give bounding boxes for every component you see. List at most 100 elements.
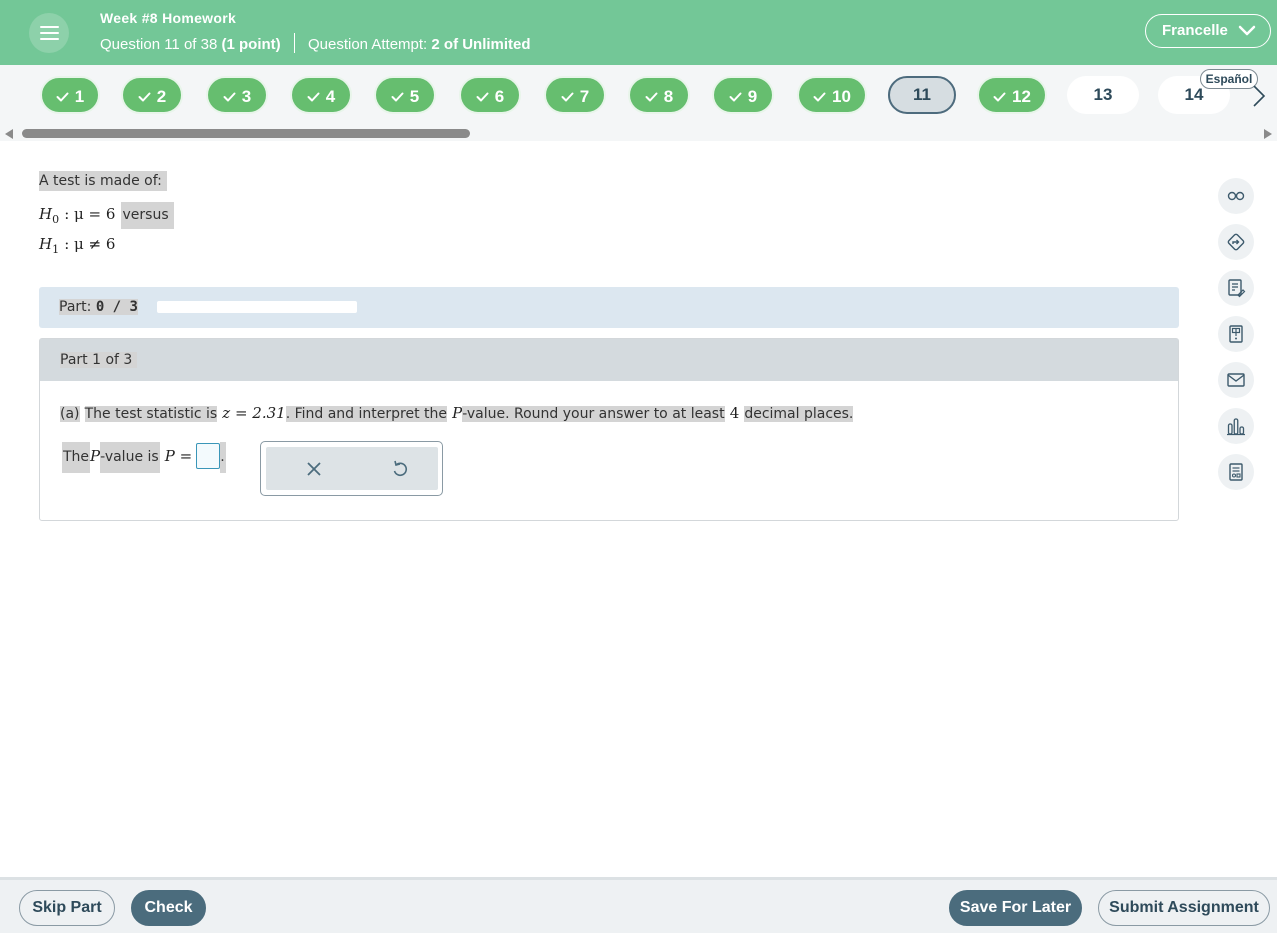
undo-icon[interactable] xyxy=(392,460,408,478)
skip-part-button[interactable]: Skip Part xyxy=(19,890,115,926)
part-text-3: -value. Round your answer to at least xyxy=(462,406,725,422)
question-pill-13[interactable]: 13 xyxy=(1067,76,1139,114)
menu-icon xyxy=(40,26,59,28)
question-pill-10[interactable]: 10 xyxy=(797,76,867,114)
question-info: Question 11 of 38 (1 point) Question Att… xyxy=(100,33,531,53)
question-pill-9[interactable]: 9 xyxy=(712,76,774,114)
answer-expression: P = xyxy=(164,447,193,465)
checkmark-icon xyxy=(561,92,574,102)
checkmark-icon xyxy=(138,92,151,102)
p-variable: P xyxy=(452,404,463,422)
hamburger-menu-button[interactable] xyxy=(29,13,69,53)
question-pill-label: 4 xyxy=(325,87,336,106)
checkmark-icon xyxy=(56,92,69,102)
directions-icon xyxy=(1227,233,1245,251)
bar-chart-icon xyxy=(1227,418,1245,436)
tool-glasses-button[interactable] xyxy=(1218,178,1254,214)
part-progress-bar: Part: 0 / 3 xyxy=(39,287,1179,328)
question-pill-7[interactable]: 7 xyxy=(544,76,606,114)
question-points: (1 point) xyxy=(221,36,281,53)
calculator-icon xyxy=(1229,325,1243,343)
scroll-right-arrow-icon[interactable] xyxy=(1264,129,1272,139)
scroll-left-arrow-icon[interactable] xyxy=(5,129,13,139)
submit-assignment-button[interactable]: Submit Assignment xyxy=(1098,890,1270,926)
decimal-places-count: 4 xyxy=(729,404,740,422)
question-pill-8[interactable]: 8 xyxy=(628,76,690,114)
user-menu-button[interactable]: Francelle xyxy=(1145,14,1271,48)
question-pill-label: 13 xyxy=(1093,85,1113,104)
question-pill-12[interactable]: 12 xyxy=(977,76,1047,114)
question-pill-11[interactable]: 11 xyxy=(888,76,956,114)
scrollbar-thumb[interactable] xyxy=(22,129,470,138)
chevron-right-icon[interactable] xyxy=(1252,84,1266,108)
question-pill-label: 14 xyxy=(1184,85,1204,104)
question-pill-label: 12 xyxy=(1012,87,1031,106)
question-pill-6[interactable]: 6 xyxy=(459,76,521,114)
question-pill-label: 3 xyxy=(241,87,252,106)
versus-text: versus xyxy=(120,202,174,229)
p-value-input[interactable] xyxy=(196,443,221,469)
horizontal-scrollbar[interactable] xyxy=(0,127,1277,141)
answer-text-2: -value is xyxy=(100,442,160,473)
h1-expression: : μ ≠ 6 xyxy=(64,235,116,253)
attempt-value: 2 of Unlimited xyxy=(431,36,531,53)
tool-calculator-button[interactable] xyxy=(1218,316,1254,352)
answer-line: TheP-value is P =. xyxy=(62,442,226,473)
part-question: (a) The test statistic is z = 2.31. Find… xyxy=(60,403,854,422)
check-button[interactable]: Check xyxy=(131,890,206,926)
question-pill-label: 8 xyxy=(663,87,674,106)
h0-subscript: 0 xyxy=(52,213,60,226)
menu-icon-line xyxy=(40,38,59,40)
question-pill-label: 2 xyxy=(156,87,167,106)
tool-notes-button[interactable] xyxy=(1218,270,1254,306)
assignment-title: Week #8 Homework xyxy=(100,10,237,26)
data-table-icon xyxy=(1229,463,1243,481)
question-pill-2[interactable]: 2 xyxy=(121,76,183,114)
footer-bar: Skip Part Check Save For Later Submit As… xyxy=(0,877,1277,933)
menu-icon-line xyxy=(40,32,59,34)
question-position: Question 11 of 38 xyxy=(100,36,218,53)
checkmark-icon xyxy=(645,92,658,102)
question-pill-5[interactable]: 5 xyxy=(374,76,436,114)
part-letter: (a) xyxy=(60,406,80,422)
question-pill-label: 11 xyxy=(913,85,931,104)
checkmark-icon xyxy=(307,92,320,102)
save-for-later-button[interactable]: Save For Later xyxy=(949,890,1082,926)
language-toggle-button[interactable]: Español xyxy=(1200,69,1258,89)
mail-icon xyxy=(1227,373,1245,387)
question-navigation: 1 2 3 4 5 6 7 8 9 10 11 12 13 14 xyxy=(0,65,1277,127)
tool-mail-button[interactable] xyxy=(1218,362,1254,398)
question-pill-4[interactable]: 4 xyxy=(290,76,352,114)
checkmark-icon xyxy=(223,92,236,102)
question-pill-3[interactable]: 3 xyxy=(206,76,268,114)
progress-track xyxy=(157,301,357,313)
tool-directions-button[interactable] xyxy=(1218,224,1254,260)
tool-data-button[interactable] xyxy=(1218,454,1254,490)
answer-tools-bar xyxy=(266,447,438,490)
checkmark-icon xyxy=(993,92,1006,102)
checkmark-icon xyxy=(813,92,826,102)
chevron-down-icon xyxy=(1238,25,1256,36)
question-pill-label: 1 xyxy=(74,87,85,106)
question-pill-label: 9 xyxy=(747,87,758,106)
checkmark-icon xyxy=(729,92,742,102)
answer-period: . xyxy=(220,442,226,473)
question-pill-label: 6 xyxy=(494,87,505,106)
top-header: Week #8 Homework Question 11 of 38 (1 po… xyxy=(0,0,1277,65)
close-icon[interactable] xyxy=(306,461,322,477)
answer-tools-popup xyxy=(260,441,443,496)
alternative-hypothesis: H1 : μ ≠ 6 xyxy=(39,234,115,256)
part-progress-label: Part: 0 / 3 xyxy=(59,299,138,315)
attempt-label: Question Attempt: xyxy=(307,36,428,53)
glasses-icon xyxy=(1227,191,1245,201)
part-text-2: . Find and interpret the xyxy=(285,406,447,422)
part-text-4: decimal places. xyxy=(744,406,854,422)
checkmark-icon xyxy=(391,92,404,102)
null-hypothesis: H0 : μ = 6 versus xyxy=(39,202,174,229)
question-pill-1[interactable]: 1 xyxy=(40,76,100,114)
h0-expression: : μ = 6 xyxy=(64,205,116,223)
tool-chart-button[interactable] xyxy=(1218,408,1254,444)
h1-symbol: H xyxy=(39,235,53,253)
question-prompt: A test is made of: xyxy=(39,171,167,191)
part-header: Part 1 of 3 xyxy=(40,339,1178,381)
